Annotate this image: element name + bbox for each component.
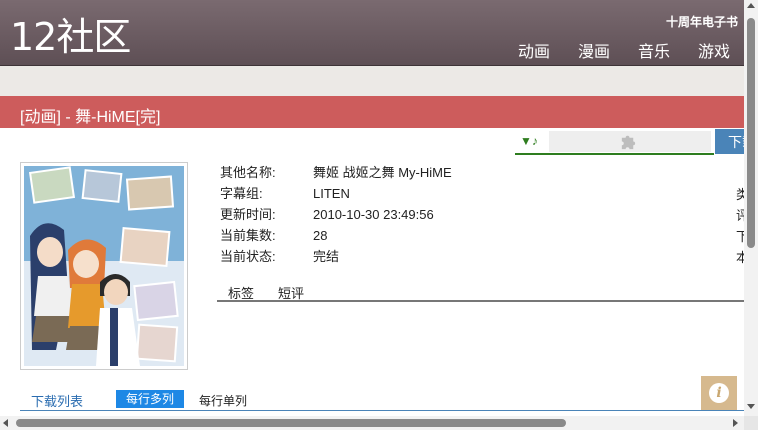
nav-item-anime[interactable]: 动画 [504, 38, 564, 62]
detail-value[interactable]: LITEN [313, 186, 350, 201]
vertical-scroll-thumb[interactable] [747, 18, 755, 248]
detail-label: 当前状态: [220, 249, 276, 264]
scroll-down-icon[interactable] [747, 404, 755, 409]
sub-bar [0, 66, 744, 96]
player-plugin-bar: ▼♪ [515, 131, 714, 155]
puzzle-piece-icon [621, 135, 636, 150]
detail-label: 更新时间: [220, 207, 276, 222]
detail-value: 舞姬 战姬之舞 My-HiME [313, 165, 452, 180]
info-icon: i [709, 383, 729, 403]
scroll-left-icon[interactable] [3, 419, 8, 427]
cover-image[interactable] [20, 162, 188, 370]
site-logo[interactable]: 12社区 [10, 14, 131, 60]
page-title: [动画] - 舞-HiME[完] [20, 109, 161, 126]
scroll-right-icon[interactable] [733, 419, 738, 427]
detail-row-other-names: 其他名称: 舞姬 战姬之舞 My-HiME [220, 162, 452, 183]
site-header: 12社区 十周年电子书 动画 漫画 音乐 游戏 [0, 0, 744, 66]
details-panel: 其他名称: 舞姬 战姬之舞 My-HiME 字幕组: LITEN 更新时间: 2010… [220, 162, 452, 267]
cover-artwork [24, 166, 184, 366]
vertical-scrollbar[interactable] [744, 0, 758, 430]
title-bar: [动画] - 舞-HiME[完] [0, 96, 744, 128]
detail-label: 其他名称: [220, 165, 276, 180]
main-nav: 动画 漫画 音乐 游戏 [504, 38, 744, 62]
tab-short-reviews[interactable]: 短评 [278, 283, 304, 302]
detail-row-episodes: 当前集数: 28 [220, 225, 452, 246]
detail-row-subgroup: 字幕组: LITEN [220, 183, 452, 204]
right-column-label: 下 [736, 229, 744, 244]
detail-row-updated: 更新时间: 2010-10-30 23:49:56 [220, 204, 452, 225]
scrollbar-corner [744, 416, 758, 430]
info-button[interactable]: i [701, 376, 737, 410]
right-column-label: 本 [736, 250, 744, 265]
nav-item-games[interactable]: 游戏 [684, 38, 744, 62]
scroll-up-icon[interactable] [747, 3, 755, 8]
horizontal-scroll-thumb[interactable] [16, 419, 566, 427]
mode-multi-column-button[interactable]: 每行多列 [116, 390, 184, 408]
right-column-label: 评 [736, 208, 744, 223]
detail-label: 字幕组: [220, 186, 263, 201]
detail-value: 完结 [313, 249, 340, 264]
horizontal-scrollbar[interactable] [0, 416, 744, 430]
mode-single-column-button[interactable]: 每行单列 [199, 392, 247, 409]
nav-item-music[interactable]: 音乐 [624, 38, 684, 62]
detail-row-status: 当前状态: 完结 [220, 246, 452, 267]
music-toggle-icon[interactable]: ▼♪ [520, 134, 538, 148]
tab-tags[interactable]: 标签 [228, 283, 254, 302]
detail-label: 当前集数: [220, 228, 276, 243]
plugin-placeholder[interactable] [549, 131, 711, 152]
details-right-column: 类 评 下 本 [736, 184, 744, 268]
nav-item-manga[interactable]: 漫画 [564, 38, 624, 62]
download-list-title[interactable]: 下载列表 [31, 391, 83, 410]
detail-tabs: 标签 短评 [217, 280, 744, 302]
download-list-divider [20, 410, 744, 411]
promo-link-ebook[interactable]: 十周年电子书 [666, 13, 738, 30]
right-column-label: 类 [736, 187, 744, 202]
detail-value: 28 [313, 228, 328, 243]
detail-value: 2010-10-30 23:49:56 [313, 207, 434, 222]
download-tab[interactable]: 下载 [715, 129, 744, 154]
